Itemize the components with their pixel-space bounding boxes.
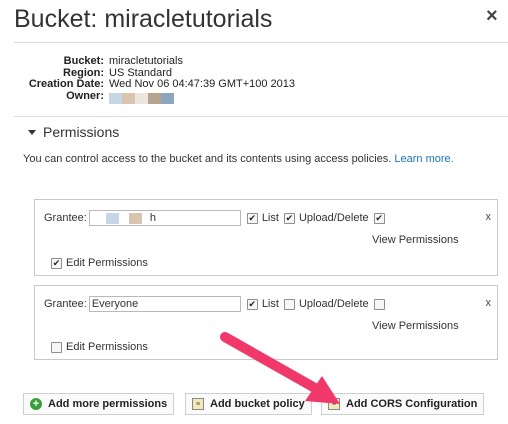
grantee-input[interactable]: Everyone [88, 296, 241, 312]
detail-row-owner: Owner: [14, 89, 295, 104]
permissions-intro: You can control access to the bucket and… [23, 152, 493, 167]
edit-permissions-checkbox[interactable] [51, 341, 62, 353]
view-permissions-checkbox[interactable]: ✔ [373, 212, 385, 224]
permission-grant: Grantee: Everyone ✔ List Upload/Delete x… [34, 285, 498, 360]
close-icon[interactable]: × [486, 6, 498, 26]
section-divider [14, 116, 508, 117]
owner-redaction-block [122, 92, 135, 104]
grant-row: Grantee: Everyone ✔ List Upload/Delete [44, 296, 389, 312]
intro-text: You can control access to the bucket and… [23, 153, 392, 165]
cors-document-icon: ≡ [328, 398, 340, 410]
policy-document-icon: ≡ [192, 398, 204, 410]
add-cors-configuration-button[interactable]: ≡ Add CORS Configuration [321, 393, 485, 415]
owner-redacted [109, 91, 174, 104]
grantee-redaction [105, 212, 119, 224]
remove-grant-button[interactable]: x [486, 211, 492, 223]
owner-redaction-blocks [109, 92, 174, 104]
list-checkbox[interactable]: ✔ [246, 298, 258, 310]
detail-label: Owner: [66, 89, 104, 102]
permission-grant: Grantee: h ✔ List ✔ Upload/Delete ✔ x Vi… [34, 199, 498, 276]
page-title: Bucket: miracletutorials [14, 5, 273, 33]
upload-delete-label: Upload/Delete [298, 212, 369, 224]
edit-permissions-row: ✔ Edit Permissions [51, 257, 148, 269]
add-icon: + [30, 398, 42, 410]
permissions-heading: Permissions [43, 124, 120, 140]
remove-grant-button[interactable]: x [486, 297, 492, 309]
add-bucket-policy-button[interactable]: ≡ Add bucket policy [185, 393, 312, 415]
edit-permissions-checkbox[interactable]: ✔ [51, 257, 62, 269]
view-permissions-label: View Permissions [372, 234, 459, 246]
add-bucket-policy-label: Add bucket policy [210, 398, 305, 410]
owner-redaction-block [109, 92, 122, 104]
grantee-value: Everyone [91, 298, 139, 310]
add-more-permissions-label: Add more permissions [48, 398, 168, 410]
caret-down-icon [28, 129, 36, 135]
grantee-redaction [128, 212, 142, 224]
add-cors-configuration-label: Add CORS Configuration [346, 398, 478, 410]
list-label: List [261, 298, 279, 310]
detail-value: Wed Nov 06 04:47:39 GMT+100 2013 [109, 78, 296, 90]
grantee-label: Grantee: [44, 298, 87, 310]
permissions-toggle[interactable]: Permissions [28, 124, 119, 140]
upload-delete-checkbox[interactable] [283, 298, 295, 310]
list-label: List [261, 212, 279, 224]
detail-label: Creation Date: [28, 78, 104, 90]
grantee-label: Grantee: [44, 212, 87, 224]
grantee-input[interactable]: h [88, 210, 241, 226]
upload-delete-label: Upload/Delete [298, 298, 369, 310]
list-checkbox[interactable]: ✔ [246, 212, 258, 224]
edit-permissions-label: Edit Permissions [66, 341, 148, 353]
grant-row: Grantee: h ✔ List ✔ Upload/Delete ✔ [44, 210, 389, 226]
learn-more-link[interactable]: Learn more. [394, 153, 453, 165]
detail-label: Bucket: [63, 55, 104, 67]
owner-redaction-block [135, 92, 148, 104]
edit-permissions-row: Edit Permissions [51, 341, 148, 353]
detail-value: miracletutorials [109, 55, 183, 67]
owner-redaction-block [161, 92, 174, 104]
add-more-permissions-button[interactable]: + Add more permissions [23, 393, 175, 415]
upload-delete-checkbox[interactable]: ✔ [283, 212, 295, 224]
bucket-details: Bucket: miracletutorials Region: US Stan… [14, 55, 296, 104]
view-permissions-checkbox[interactable] [373, 298, 385, 310]
edit-permissions-label: Edit Permissions [66, 257, 148, 269]
title-divider [14, 42, 508, 43]
owner-redaction-block [148, 92, 161, 104]
detail-row-creation-date: Creation Date: Wed Nov 06 04:47:39 GMT+1… [14, 78, 296, 91]
view-permissions-label: View Permissions [372, 320, 459, 332]
grantee-value: h [149, 212, 156, 224]
detail-row-bucket: Bucket: miracletutorials [14, 55, 295, 68]
